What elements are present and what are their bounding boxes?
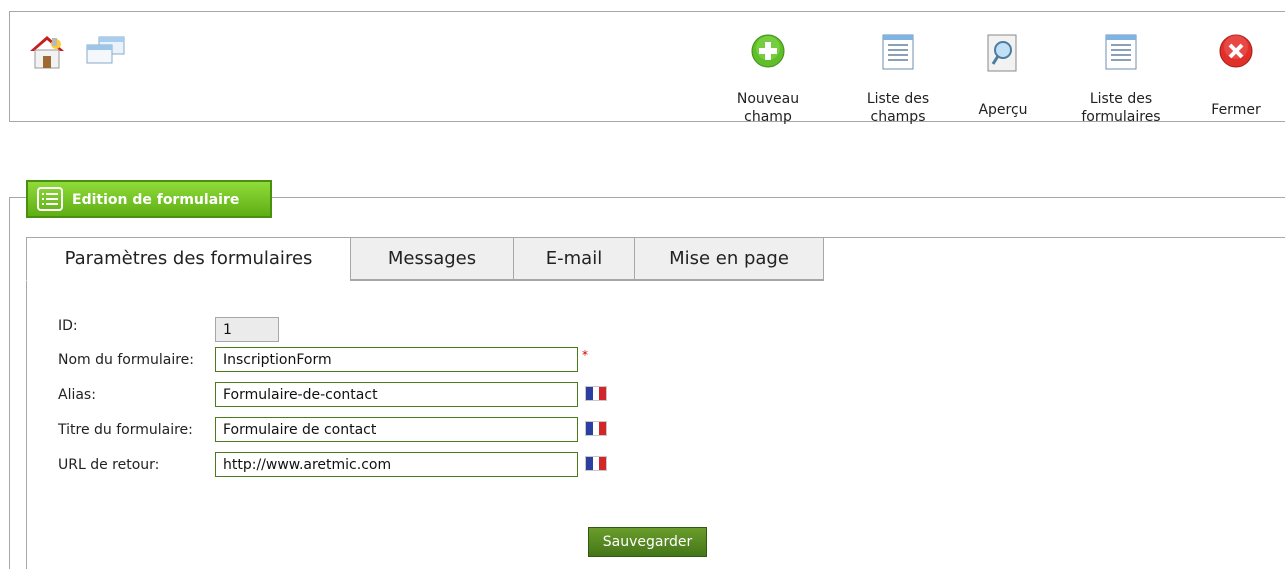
list-icon — [1105, 34, 1137, 75]
new-field-label-2: champ — [744, 109, 792, 125]
preview-label: Aperçu — [978, 102, 1028, 118]
fr-flag-icon[interactable] — [585, 456, 607, 471]
plus-circle-icon — [751, 34, 785, 73]
preview-button[interactable]: Aperçu — [975, 12, 1031, 123]
field-list-button[interactable]: Liste des champs — [858, 12, 938, 125]
form-list-label-1: Liste des — [1089, 91, 1153, 107]
tab-form-parameters[interactable]: Paramètres des formulaires — [26, 237, 351, 281]
form-list-label-2: formulaires — [1081, 109, 1161, 125]
list-icon — [882, 34, 914, 75]
windows-icon[interactable] — [85, 36, 125, 70]
id-field — [215, 317, 279, 342]
alias-label: Alias: — [58, 387, 96, 403]
save-button[interactable]: Sauvegarder — [588, 527, 707, 557]
return-url-label: URL de retour: — [58, 457, 160, 473]
id-label: ID: — [58, 318, 78, 334]
required-marker: * — [582, 348, 588, 362]
tab-email[interactable]: E-mail — [513, 237, 635, 280]
fr-flag-icon[interactable] — [585, 421, 607, 436]
section-title: Edition de formulaire — [72, 192, 240, 208]
tab-layout[interactable]: Mise en page — [634, 237, 824, 280]
form-title-input[interactable] — [215, 417, 578, 442]
section-frame-left — [9, 197, 10, 569]
tab-baseline — [350, 280, 824, 281]
new-field-label-1: Nouveau — [736, 91, 800, 107]
form-name-label: Nom du formulaire: — [58, 352, 194, 368]
alias-input[interactable] — [215, 382, 578, 407]
home-icon[interactable] — [28, 34, 66, 74]
preview-icon — [987, 34, 1019, 77]
new-field-button[interactable]: Nouveau champ — [728, 12, 808, 125]
close-button[interactable]: Fermer — [1204, 12, 1268, 123]
field-list-label-1: Liste des — [866, 91, 930, 107]
close-label: Fermer — [1211, 102, 1261, 118]
close-circle-icon — [1219, 34, 1253, 73]
field-list-label-2: champs — [870, 109, 926, 125]
toolbar: Nouveau champ Liste des champs Aperçu Li… — [9, 11, 1285, 125]
form-title-label: Titre du formulaire: — [58, 422, 193, 438]
form-name-input[interactable] — [215, 347, 578, 372]
return-url-input[interactable] — [215, 452, 578, 477]
section-title-badge: Edition de formulaire — [26, 180, 272, 218]
form-list-button[interactable]: Liste des formulaires — [1078, 12, 1164, 125]
fr-flag-icon[interactable] — [585, 386, 607, 401]
form-list-icon — [37, 187, 63, 215]
tab-messages[interactable]: Messages — [350, 237, 514, 280]
